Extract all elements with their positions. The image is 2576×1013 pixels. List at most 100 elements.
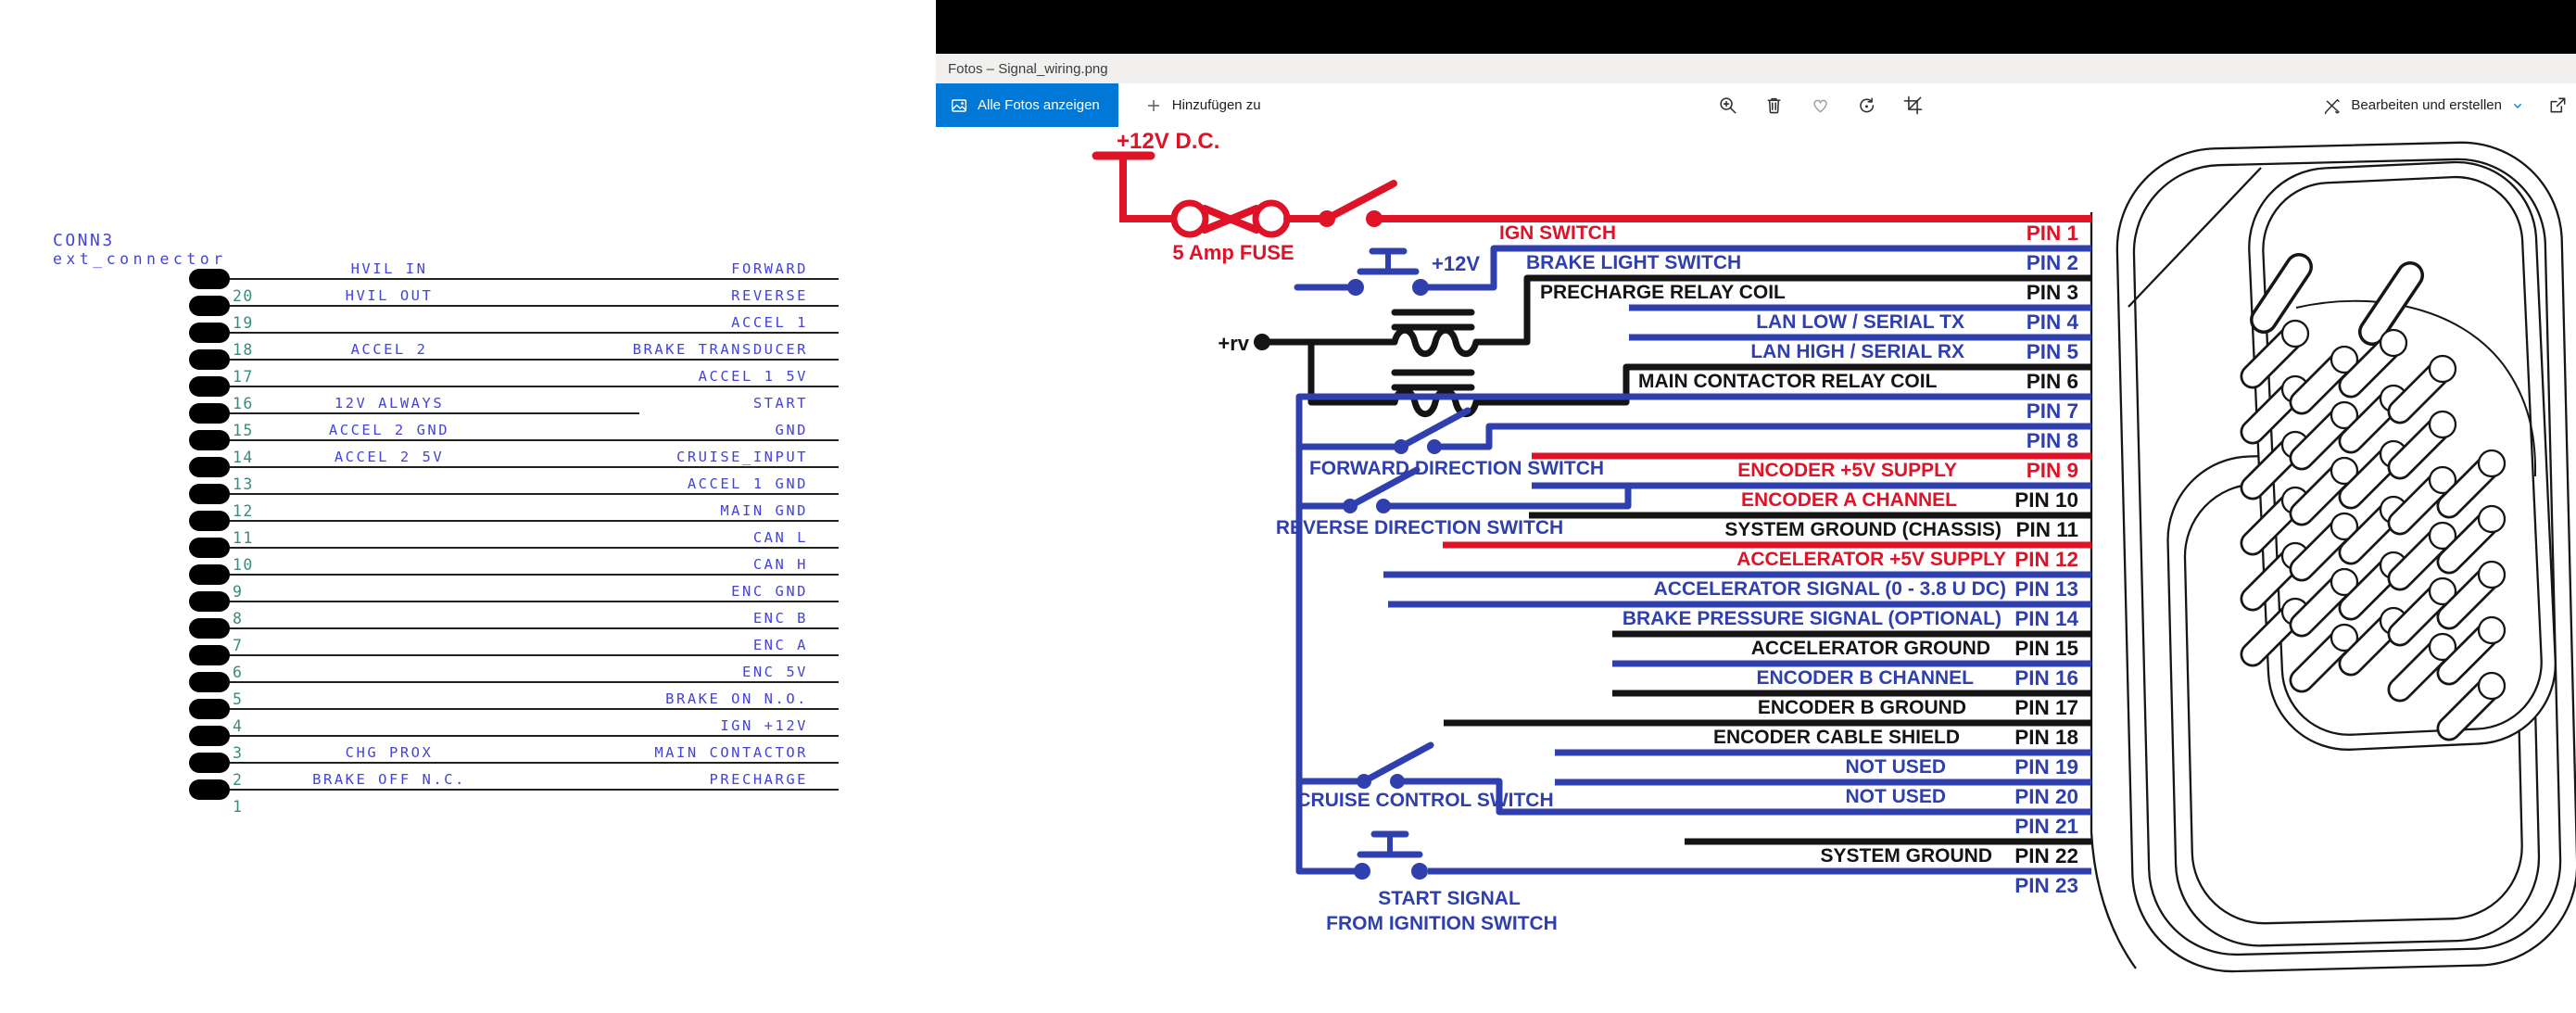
zoom-in-button[interactable] <box>1717 95 1738 116</box>
pin-pad <box>189 323 230 343</box>
pin-pad <box>189 403 230 424</box>
connector-schematic: CONN3 ext_connector 20HVIL INFORWARD19HV… <box>0 0 936 1013</box>
pin-number: 4 <box>233 717 243 735</box>
toolbar-right-group: Bearbeiten und erstellen <box>2317 83 2569 127</box>
net-label-mid: ACCEL 2 <box>351 341 428 358</box>
pin-number: 14 <box>233 449 254 466</box>
pin-name: PIN 17 <box>2014 696 2078 719</box>
pin-name: PIN 12 <box>2014 548 2078 571</box>
net-label-right: ENC GND <box>731 583 808 600</box>
pin-name: PIN 16 <box>2014 666 2078 690</box>
pin-wire-label: ENCODER +5V SUPPLY <box>1737 460 1957 481</box>
heart-icon <box>1810 95 1831 116</box>
pin-wire-label: BRAKE PRESSURE SIGNAL (OPTIONAL) <box>1623 608 2001 629</box>
pin-name: PIN 2 <box>2027 251 2078 274</box>
net-label-right: BRAKE TRANSDUCER <box>633 341 808 358</box>
pin-pad <box>189 376 230 397</box>
photos-icon <box>950 96 968 115</box>
fuse-symbol <box>1174 203 1320 234</box>
pin-pad <box>189 538 230 558</box>
favorite-button[interactable] <box>1810 95 1831 116</box>
net-label-right: ENC A <box>753 637 808 653</box>
rotate-icon <box>1856 95 1877 116</box>
schematic-subtitle: ext_connector <box>53 250 227 268</box>
pin-number: 13 <box>233 475 254 493</box>
net-label-mid: ACCEL 2 5V <box>335 449 444 465</box>
pin-wire-label: BRAKE LIGHT SWITCH <box>1526 252 1741 273</box>
crop-button[interactable] <box>1902 95 1924 116</box>
net-label-right: ENC 5V <box>742 664 808 680</box>
pin-wire-label: ACCELERATOR +5V SUPPLY <box>1736 549 2006 570</box>
pin-wire-label: NOT USED <box>1845 756 1946 778</box>
net-label-mid: HVIL IN <box>351 260 428 277</box>
photos-window: Fotos – Signal_wiring.png Alle Fotos anz… <box>936 0 2576 1013</box>
pin-pad <box>189 457 230 477</box>
pin-pad <box>189 430 230 450</box>
toolbar: Alle Fotos anzeigen Hinzufügen zu <box>936 83 2576 127</box>
add-to-label: Hinzufügen zu <box>1172 97 1261 113</box>
all-photos-label: Alle Fotos anzeigen <box>978 97 1100 113</box>
rotate-button[interactable] <box>1856 95 1877 116</box>
wiring-diagram: +12V D.C. 5 Amp FUSE +rv +12V FORWARD DI… <box>936 127 2576 1013</box>
net-label-right: PRECHARGE <box>710 771 809 788</box>
net-label-right: BRAKE ON N.O. <box>665 690 808 707</box>
pin-name: PIN 20 <box>2014 785 2078 808</box>
pin-wire-label: LAN LOW / SERIAL TX <box>1756 311 1964 333</box>
pin-pad <box>189 699 230 719</box>
share-icon <box>2547 95 2569 116</box>
share-button[interactable] <box>2547 95 2569 116</box>
pin-number: 8 <box>233 610 243 627</box>
start-signal-label-2: FROM IGNITION SWITCH <box>1326 913 1558 934</box>
pin-number: 20 <box>233 287 254 305</box>
edit-create-button[interactable]: Bearbeiten und erstellen <box>2317 95 2531 117</box>
net-label-right: CAN L <box>753 529 808 546</box>
pin-number: 15 <box>233 422 254 439</box>
pin-number: 9 <box>233 583 243 601</box>
pin-pad <box>189 618 230 639</box>
net-label-mid: 12V ALWAYS <box>335 395 444 412</box>
pin-pad <box>189 564 230 585</box>
trash-icon <box>1763 95 1785 116</box>
pin-name: PIN 22 <box>2014 844 2078 867</box>
pin-number: 18 <box>233 341 254 359</box>
net-label-right: FORWARD <box>731 260 808 277</box>
window-title: Fotos – Signal_wiring.png <box>948 61 1108 77</box>
pin-wire-label: ENCODER A CHANNEL <box>1741 489 1957 511</box>
pin-name: PIN 6 <box>2027 370 2078 393</box>
pin-name: PIN 14 <box>2014 607 2078 630</box>
edit-create-label: Bearbeiten und erstellen <box>2351 97 2502 113</box>
cruise-switch-label: CRUISE CONTROL SWITCH <box>1296 790 1553 811</box>
pin-pad <box>189 672 230 692</box>
pin-wire-label: ACCELERATOR GROUND <box>1751 638 1990 659</box>
forward-switch-label: FORWARD DIRECTION SWITCH <box>1309 458 1604 479</box>
delete-button[interactable] <box>1763 95 1785 116</box>
pin-number: 19 <box>233 314 254 332</box>
all-photos-button[interactable]: Alle Fotos anzeigen <box>936 83 1118 127</box>
net-label-right: START <box>753 395 808 412</box>
pin-name: PIN 18 <box>2014 726 2078 749</box>
crop-icon <box>1902 95 1924 116</box>
pin-wire-label: LAN HIGH / SERIAL RX <box>1750 341 1964 362</box>
net-label-mid: ACCEL 2 GND <box>329 422 449 438</box>
pin-number: 2 <box>233 771 243 789</box>
pin-wire-label: IGN SWITCH <box>1499 222 1616 244</box>
supply-label: +12V D.C. <box>1117 129 1219 154</box>
pin-name: PIN 19 <box>2014 755 2078 779</box>
pin-wire-label: ACCELERATOR SIGNAL (0 - 3.8 U DC) <box>1654 578 2006 600</box>
edit-tools-icon <box>2322 95 2342 116</box>
pin-pad <box>189 349 230 370</box>
power-feed-symbol <box>1096 156 1174 219</box>
reverse-switch-label: REVERSE DIRECTION SWITCH <box>1276 517 1563 538</box>
net-label-right: IGN +12V <box>720 717 808 734</box>
pin-name: PIN 11 <box>2015 518 2078 541</box>
pin-name: PIN 8 <box>2027 429 2078 452</box>
add-to-button[interactable]: Hinzufügen zu <box>1130 83 1276 127</box>
net-label-right: ENC B <box>753 610 808 627</box>
pin-number: 5 <box>233 690 243 708</box>
net-label-right: GND <box>776 422 809 438</box>
pin-number: 11 <box>233 529 254 547</box>
pin-pad <box>189 779 230 800</box>
pin-wire-label: ENCODER CABLE SHIELD <box>1713 727 1960 748</box>
net-label-mid: BRAKE OFF N.C. <box>312 771 466 788</box>
pin-pad <box>189 511 230 531</box>
